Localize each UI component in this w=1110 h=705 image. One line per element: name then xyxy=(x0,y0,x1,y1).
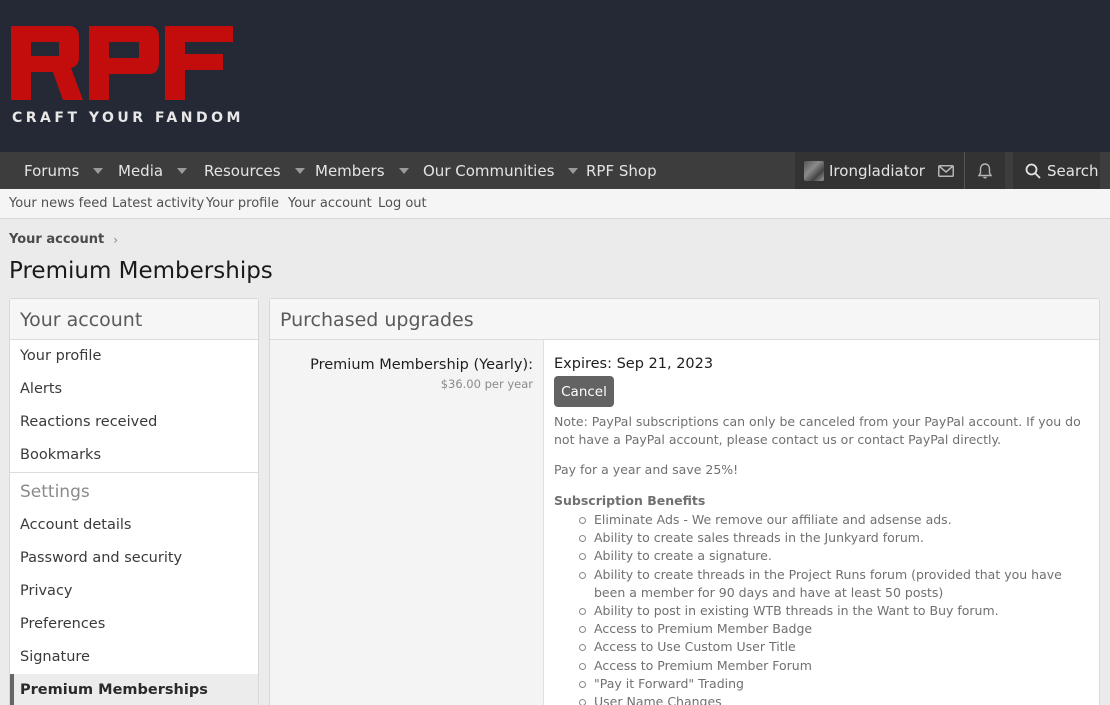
chevron-down-icon[interactable] xyxy=(398,167,409,174)
nav-tab-label: Media xyxy=(118,161,164,180)
nav-tab-label: RPF Shop xyxy=(586,161,657,180)
search-label: Search xyxy=(1047,161,1099,180)
sidebar-item-alerts[interactable]: Alerts xyxy=(20,381,62,397)
list-item: Access to Use Custom User Title xyxy=(579,638,1094,656)
sidebar-item-reactions-received[interactable]: Reactions received xyxy=(20,414,157,430)
nav-tab-resources[interactable]: Resources xyxy=(204,152,305,189)
save-text: Pay for a year and save 25%! xyxy=(554,462,739,477)
search-icon xyxy=(1025,163,1041,179)
main-nav: Forums Media Resources Members Our Commu… xyxy=(0,152,1110,189)
list-item: Ability to create a signature. xyxy=(579,547,1094,565)
paypal-note: Note: PayPal subscriptions can only be c… xyxy=(554,414,1081,447)
list-item: Access to Premium Member Forum xyxy=(579,657,1094,675)
avatar xyxy=(804,160,824,181)
upgrade-label-cell: Premium Membership (Yearly): $36.00 per … xyxy=(270,340,544,705)
list-item: Ability to create sales threads in the J… xyxy=(579,529,1094,547)
sidebar-item-bookmarks[interactable]: Bookmarks xyxy=(20,447,101,463)
sidebar-item-privacy[interactable]: Privacy xyxy=(20,583,73,599)
benefits-list: Eliminate Ads - We remove our affiliate … xyxy=(579,511,1094,705)
benefits-heading: Subscription Benefits xyxy=(554,493,706,508)
chevron-right-icon: › xyxy=(113,232,118,247)
list-item: Ability to post in existing WTB threads … xyxy=(579,602,1094,620)
site-header: CRAFT YOUR FANDOM xyxy=(0,0,1110,152)
envelope-icon xyxy=(938,164,954,177)
chevron-down-icon[interactable] xyxy=(568,167,579,174)
breadcrumb: Your account › xyxy=(9,232,118,247)
nav-tab-label: Members xyxy=(315,161,385,180)
subnav-log-out[interactable]: Log out xyxy=(378,196,427,211)
alerts-button[interactable] xyxy=(965,152,1005,189)
sidebar-heading: Your account xyxy=(10,299,258,340)
sub-nav: Your news feed Latest activity Your prof… xyxy=(0,189,1110,219)
sidebar-item-password-and-security[interactable]: Password and security xyxy=(20,550,182,566)
subnav-your-news-feed[interactable]: Your news feed xyxy=(9,196,107,211)
sidebar-item-preferences[interactable]: Preferences xyxy=(20,616,105,632)
bell-icon xyxy=(978,162,992,178)
sidebar-item-signature[interactable]: Signature xyxy=(20,649,90,665)
sidebar-item-your-profile[interactable]: Your profile xyxy=(20,348,101,364)
account-menu[interactable]: Irongladiator xyxy=(795,152,928,189)
subnav-your-account[interactable]: Your account xyxy=(288,196,372,211)
upgrade-price: $36.00 per year xyxy=(440,377,533,391)
sidebar-divider xyxy=(10,472,258,473)
nav-tab-label: Our Communities xyxy=(423,161,555,180)
sidebar-settings-label: Settings xyxy=(20,482,90,502)
subnav-your-profile[interactable]: Your profile xyxy=(206,196,279,211)
list-item: Eliminate Ads - We remove our affiliate … xyxy=(579,511,1094,529)
chevron-down-icon[interactable] xyxy=(294,167,305,174)
account-sidebar: Your account Your profile Alerts Reactio… xyxy=(9,298,259,705)
list-item: User Name Changes xyxy=(579,693,1094,705)
breadcrumb-your-account[interactable]: Your account xyxy=(9,232,104,247)
expiry-date: Expires: Sep 21, 2023 xyxy=(554,356,714,372)
page-title: Premium Memberships xyxy=(9,258,273,284)
list-item: "Pay it Forward" Trading xyxy=(579,675,1094,693)
purchased-upgrades-panel: Purchased upgrades Premium Membership (Y… xyxy=(269,298,1100,705)
sidebar-item-label: Premium Memberships xyxy=(20,682,208,698)
upgrade-title: Premium Membership (Yearly): xyxy=(310,357,533,373)
panel-heading: Purchased upgrades xyxy=(270,299,1099,340)
list-item: Ability to create threads in the Project… xyxy=(579,566,1094,602)
search-button[interactable]: Search xyxy=(1013,152,1100,189)
sidebar-item-account-details[interactable]: Account details xyxy=(20,517,131,533)
nav-tab-media[interactable]: Media xyxy=(118,152,188,189)
rpf-logo-mark xyxy=(11,26,233,100)
nav-tab-label: Resources xyxy=(204,161,281,180)
chevron-down-icon[interactable] xyxy=(177,167,188,174)
nav-tab-members[interactable]: Members xyxy=(315,152,409,189)
sidebar-item-premium-memberships[interactable]: Premium Memberships xyxy=(10,674,258,705)
inbox-button[interactable] xyxy=(928,152,964,189)
nav-tab-our-communities[interactable]: Our Communities xyxy=(423,152,579,189)
nav-tab-label: Forums xyxy=(24,161,80,180)
chevron-down-icon[interactable] xyxy=(93,167,104,174)
username: Irongladiator xyxy=(829,161,925,180)
nav-tab-rpf-shop[interactable]: RPF Shop xyxy=(586,152,657,189)
subnav-latest-activity[interactable]: Latest activity xyxy=(112,196,204,211)
nav-tab-forums[interactable]: Forums xyxy=(24,152,104,189)
site-tagline: CRAFT YOUR FANDOM xyxy=(12,110,244,126)
list-item: Access to Premium Member Badge xyxy=(579,620,1094,638)
cancel-button[interactable]: Cancel xyxy=(554,376,614,407)
site-logo[interactable]: CRAFT YOUR FANDOM xyxy=(11,26,240,130)
